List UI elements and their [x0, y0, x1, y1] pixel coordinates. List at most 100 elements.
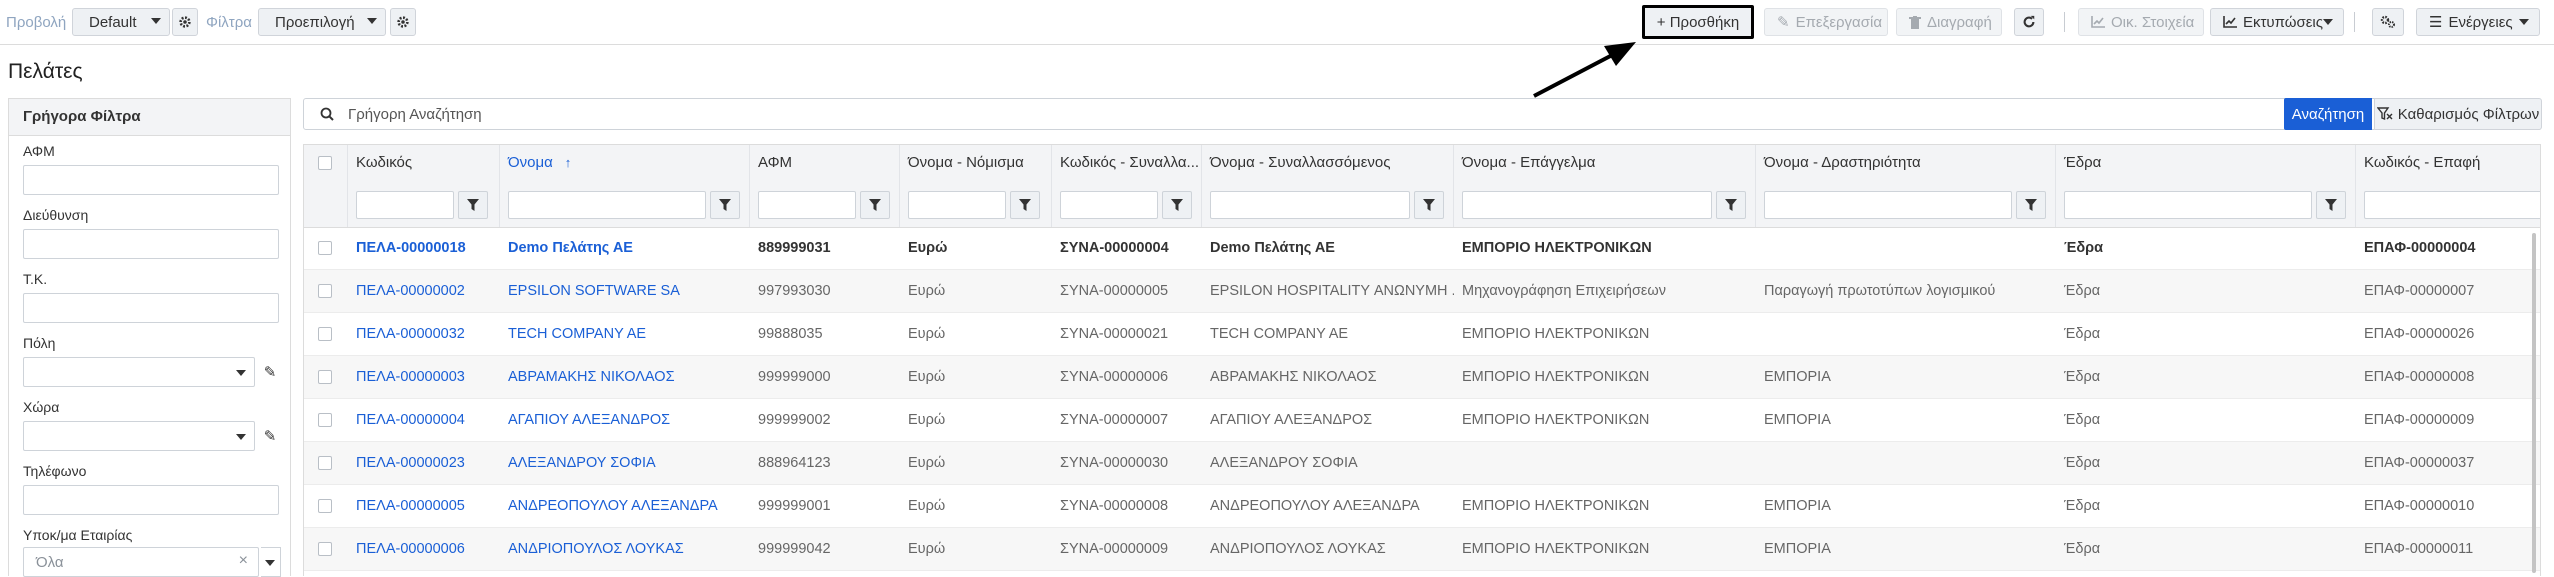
cell-trader-name: EPSILON HOSPITALITY ΑΝΩΝΥΜΗ ... [1210, 283, 1454, 299]
cell-name[interactable]: ΑΓΑΠΙΟΥ ΑΛΕΞΑΝΔΡΟΣ [500, 399, 750, 442]
cell-trader-name: Demo Πελάτης ΑΕ [1210, 240, 1335, 256]
cell-profession: ΕΜΠΟΡΙΟ ΗΛΕΚΤΡΟΝΙΚΩΝ [1462, 541, 1650, 557]
cell-afm: 999999000 [758, 369, 831, 385]
filter-cell-name [500, 181, 750, 227]
filter-cell-trader-name [1202, 181, 1454, 227]
filter-button-name[interactable] [710, 191, 740, 219]
column-header-code[interactable]: Κωδικός [348, 145, 500, 181]
filter-input-profession[interactable] [1462, 191, 1712, 219]
filter-input-name[interactable] [508, 191, 706, 219]
cell-code[interactable]: ΠΕΛΑ-00000006 [348, 528, 500, 571]
table-row[interactable]: ΠΕΛΑ-00000023 ΑΛΕΞΑΝΔΡΟΥ ΣΟΦΙΑ 888964123 Ευ… [304, 442, 2540, 485]
cell-trader-name: ΑΒΡΑΜΑΚΗΣ ΝΙΚΟΛΑΟΣ [1210, 369, 1377, 385]
column-header-contact-code[interactable]: Κωδικός - Επαφή [2356, 145, 2540, 181]
phone-input[interactable] [23, 485, 279, 515]
row-checkbox[interactable] [318, 413, 332, 427]
cell-code[interactable]: ΠΕΛΑ-00000002 [348, 270, 500, 313]
cell-seat: Έδρα [2064, 240, 2104, 256]
cell-code[interactable]: ΠΕΛΑ-00000005 [348, 485, 500, 528]
cell-code[interactable]: ΠΕΛΑ-00000023 [348, 442, 500, 485]
cell-contact-code: ΕΠΑΦ-00000007 [2364, 283, 2475, 299]
table-row[interactable]: ΠΕΛΑ-00000006 ΑΝΔΡΙΟΠΟΥΛΟΣ ΛΟΥΚΑΣ 99999904… [304, 528, 2540, 571]
column-header-name[interactable]: Όνομα ↑ [500, 145, 750, 181]
postal-code-input[interactable] [23, 293, 279, 323]
vertical-scrollbar[interactable] [2532, 233, 2536, 573]
filter-input-currency[interactable] [908, 191, 1006, 219]
search-icon [320, 107, 334, 121]
cell-name[interactable]: ΑΝΔΡΙΟΠΟΥΛΟΣ ΛΟΥΚΑΣ [500, 528, 750, 571]
filter-input-trader-code[interactable] [1060, 191, 1158, 219]
filter-input-trader-name[interactable] [1210, 191, 1410, 219]
column-header-currency[interactable]: Όνομα - Νόμισμα [900, 145, 1052, 181]
cell-name[interactable]: EPSILON SOFTWARE SA [500, 270, 750, 313]
row-checkbox[interactable] [318, 499, 332, 513]
filter-button-trader-name[interactable] [1414, 191, 1444, 219]
column-header-trader-code[interactable]: Κωδικός - Συναλλα... [1052, 145, 1202, 181]
row-checkbox[interactable] [318, 327, 332, 341]
column-header-trader-name[interactable]: Όνομα - Συναλλασσόμενος [1202, 145, 1454, 181]
filter-button-code[interactable] [458, 191, 488, 219]
cell-activity: ΕΜΠΟΡΙΑ [1764, 498, 1831, 514]
city-select[interactable] [23, 357, 255, 387]
clear-icon[interactable]: × [239, 552, 248, 570]
column-header-seat[interactable]: Έδρα [2056, 145, 2356, 181]
address-input[interactable] [23, 229, 279, 259]
branch-dropdown-toggle[interactable] [261, 547, 281, 577]
filter-button-trader-code[interactable] [1162, 191, 1192, 219]
filter-button-profession[interactable] [1716, 191, 1746, 219]
cell-name[interactable]: Demo Πελάτης ΑΕ [500, 227, 750, 270]
cell-name[interactable]: ΑΒΡΑΜΑΚΗΣ ΝΙΚΟΛΑΟΣ [500, 356, 750, 399]
cell-code[interactable]: ΠΕΛΑ-00000032 [348, 313, 500, 356]
filter-icon [1019, 199, 1031, 211]
cell-afm: 999999001 [758, 498, 831, 514]
table-row[interactable]: ΠΕΛΑ-00000018 Demo Πελάτης ΑΕ 889999031 Ευρ… [304, 227, 2540, 270]
customers-grid: Κωδικός Όνομα ↑ ΑΦΜ Όνομα - Νόμισμα Κωδικ… [303, 144, 2541, 576]
filter-input-afm[interactable] [758, 191, 856, 219]
cell-name[interactable]: ΑΛΕΞΑΝΔΡΟΥ ΣΟΦΙΑ [500, 442, 750, 485]
select-all-checkbox[interactable] [318, 156, 332, 170]
filter-button-activity[interactable] [2016, 191, 2046, 219]
afm-input[interactable] [23, 165, 279, 195]
row-checkbox[interactable] [318, 370, 332, 384]
cell-currency: Ευρώ [908, 326, 946, 342]
filter-input-seat[interactable] [2064, 191, 2312, 219]
cell-code[interactable]: ΠΕΛΑ-00000004 [348, 399, 500, 442]
table-row[interactable]: ΠΕΛΑ-00000005 ΑΝΔΡΕΟΠΟΥΛΟΥ ΑΛΕΞΑΝΔΡΑ 99999… [304, 485, 2540, 528]
chevron-down-icon [236, 434, 246, 440]
row-checkbox[interactable] [318, 456, 332, 470]
filter-button-currency[interactable] [1010, 191, 1040, 219]
filter-input-contact-code[interactable] [2364, 191, 2540, 219]
table-row[interactable]: ΠΕΛΑ-00000002 EPSILON SOFTWARE SA 99799303… [304, 270, 2540, 313]
table-row[interactable]: ΠΕΛΑ-00000032 TECH COMPANY AE 99888035 Ευρώ… [304, 313, 2540, 356]
branch-select[interactable]: Όλα × [23, 547, 259, 577]
row-checkbox[interactable] [318, 542, 332, 556]
cell-code[interactable]: ΠΕΛΑ-00000003 [348, 356, 500, 399]
country-edit-button[interactable]: ✎ [259, 421, 281, 451]
row-checkbox[interactable] [318, 241, 332, 255]
branch-select-value: Όλα [36, 554, 64, 571]
row-checkbox[interactable] [318, 284, 332, 298]
city-edit-button[interactable]: ✎ [259, 357, 281, 387]
cell-name[interactable]: TECH COMPANY AE [500, 313, 750, 356]
filter-cell-currency [900, 181, 1052, 227]
cell-code[interactable]: ΠΕΛΑ-00000018 [348, 227, 500, 270]
quick-search-bar[interactable]: Γρήγορη Αναζήτηση [303, 98, 2541, 130]
column-header-afm[interactable]: ΑΦΜ [750, 145, 900, 181]
city-label: Πόλη [23, 335, 56, 351]
table-row[interactable]: ΠΕΛΑ-00000004 ΑΓΑΠΙΟΥ ΑΛΕΞΑΝΔΡΟΣ 999999002… [304, 399, 2540, 442]
quick-filters-title: Γρήγορα Φίλτρα [9, 99, 290, 136]
clear-filters-label: Καθαρισμός Φίλτρων [2397, 105, 2540, 123]
country-select[interactable] [23, 421, 255, 451]
cell-trader-code: ΣΥΝΑ-00000021 [1060, 326, 1169, 342]
cell-name[interactable]: ΑΝΔΡΕΟΠΟΥΛΟΥ ΑΛΕΞΑΝΔΡΑ [500, 485, 750, 528]
filter-button-afm[interactable] [860, 191, 890, 219]
filter-input-code[interactable] [356, 191, 454, 219]
filter-input-activity[interactable] [1764, 191, 2012, 219]
column-header-activity[interactable]: Όνομα - Δραστηριότητα [1756, 145, 2056, 181]
search-button[interactable]: Αναζήτηση [2284, 98, 2372, 130]
table-row[interactable]: ΠΕΛΑ-00000003 ΑΒΡΑΜΑΚΗΣ ΝΙΚΟΛΑΟΣ 999999000… [304, 356, 2540, 399]
sort-ascending-icon: ↑ [564, 155, 572, 170]
column-header-profession[interactable]: Όνομα - Επάγγελμα [1454, 145, 1756, 181]
clear-filters-button[interactable]: Καθαρισμός Φίλτρων [2374, 98, 2542, 130]
filter-button-seat[interactable] [2316, 191, 2346, 219]
